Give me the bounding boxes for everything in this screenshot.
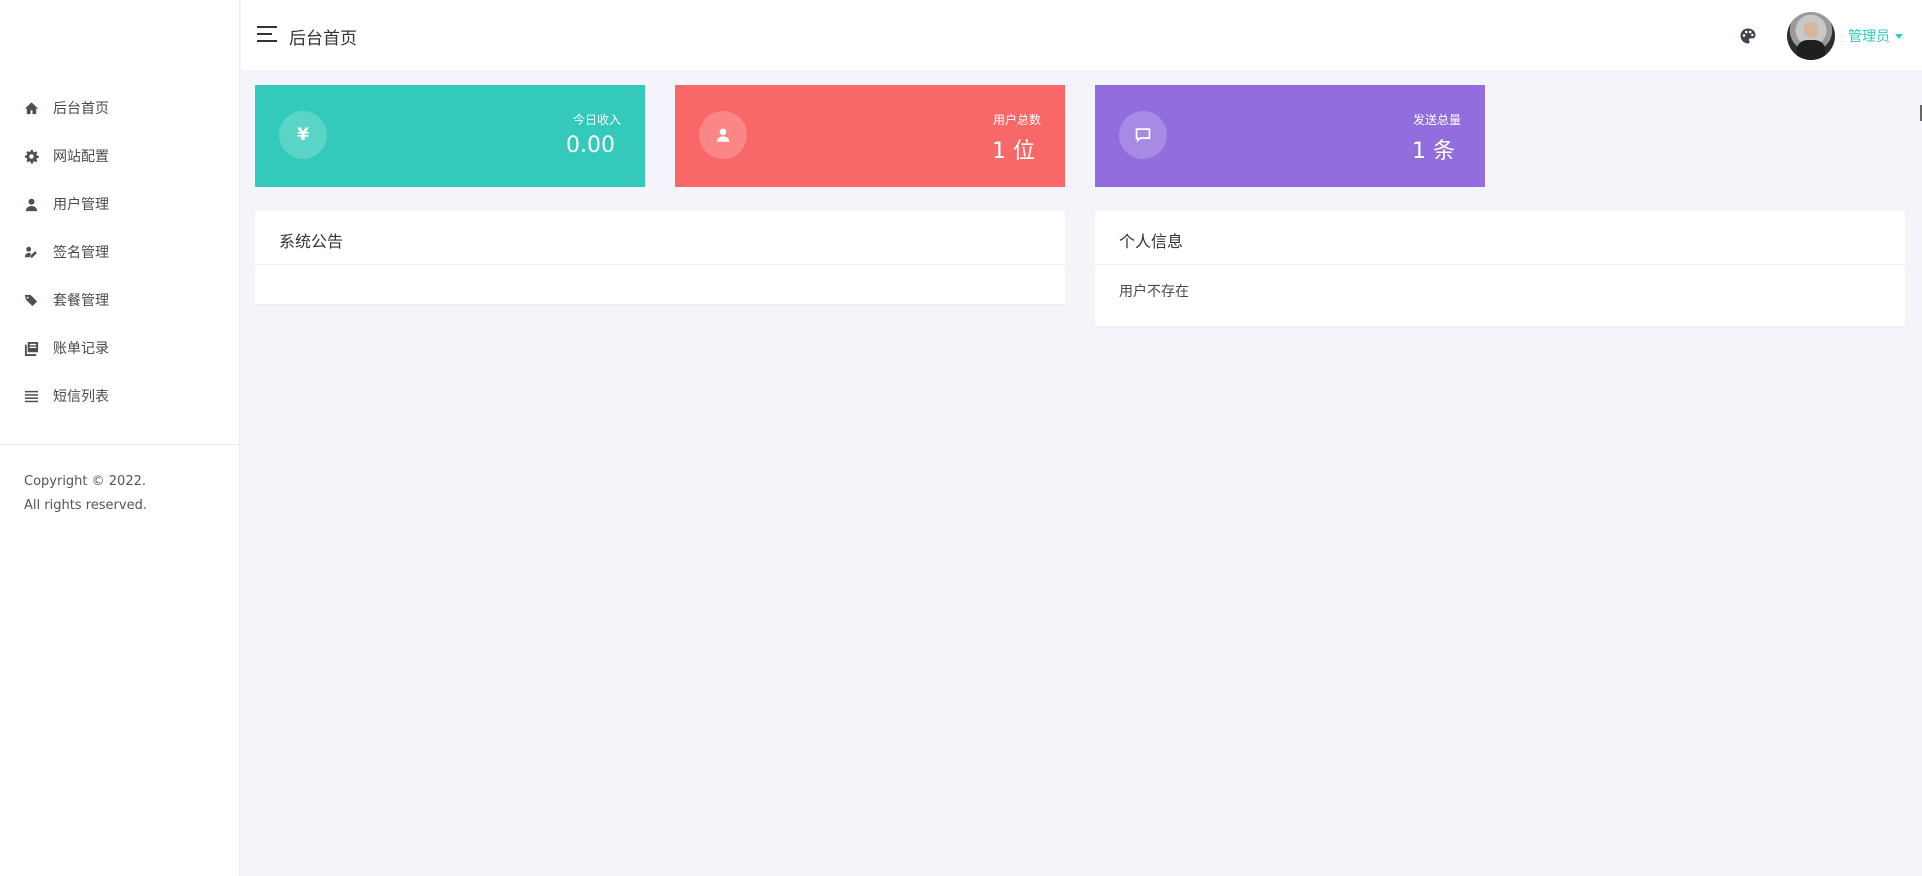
stat-card-total-sent: 发送总量 1 条 [1095, 85, 1485, 187]
caret-down-icon [1895, 33, 1903, 39]
sidebar-nav: 后台首页 网站配置 用户管理 签名管理 套餐管理 账单记录 短信列表 [0, 84, 240, 420]
profile-panel: 个人信息 用户不存在 [1095, 211, 1905, 326]
home-icon [23, 100, 39, 116]
panel-title: 系统公告 [255, 211, 1065, 265]
sidebar-item-billing[interactable]: 账单记录 [0, 324, 240, 372]
list-icon [23, 388, 39, 404]
sidebar-item-packages[interactable]: 套餐管理 [0, 276, 240, 324]
top-header: 后台首页 管理员 [241, 0, 1922, 70]
stat-value: 1 条 [1412, 139, 1455, 164]
sidebar-item-dashboard[interactable]: 后台首页 [0, 84, 240, 132]
sidebar-item-site-config[interactable]: 网站配置 [0, 132, 240, 180]
stat-card-today-income: ¥ 今日收入 0.00 [255, 85, 645, 187]
page-title: 后台首页 [289, 29, 357, 49]
book-stack-icon [23, 340, 39, 356]
menu-toggle-icon[interactable] [257, 26, 279, 43]
signature-icon [23, 244, 39, 260]
sidebar-item-label: 网站配置 [53, 149, 109, 165]
sidebar: 后台首页 网站配置 用户管理 签名管理 套餐管理 账单记录 短信列表 Copyr… [0, 0, 240, 876]
stat-label: 发送总量 [1412, 113, 1461, 127]
sidebar-item-label: 套餐管理 [53, 293, 109, 309]
stat-value: 0.00 [566, 133, 615, 158]
palette-icon[interactable] [1739, 27, 1757, 45]
sidebar-item-label: 后台首页 [53, 101, 109, 117]
stat-value: 1 位 [992, 139, 1035, 164]
sidebar-item-signatures[interactable]: 签名管理 [0, 228, 240, 276]
sidebar-item-sms-list[interactable]: 短信列表 [0, 372, 240, 420]
tags-icon [23, 292, 39, 308]
stat-card-total-users: 用户总数 1 位 [675, 85, 1065, 187]
copyright: Copyright © 2022. All rights reserved. [24, 470, 147, 518]
announcement-panel: 系统公告 [255, 211, 1065, 304]
copyright-line: Copyright © 2022. [24, 474, 147, 489]
user-icon [699, 111, 747, 159]
panel-title: 个人信息 [1095, 211, 1905, 265]
sidebar-item-users[interactable]: 用户管理 [0, 180, 240, 228]
sidebar-item-label: 短信列表 [53, 389, 109, 405]
stat-label: 今日收入 [572, 113, 621, 127]
sidebar-item-label: 用户管理 [53, 197, 109, 213]
sidebar-item-label: 账单记录 [53, 341, 109, 357]
user-icon [23, 196, 39, 212]
sidebar-divider [0, 444, 240, 445]
gear-icon [23, 148, 39, 164]
copyright-line: All rights reserved. [24, 498, 147, 513]
panel-body [255, 265, 1065, 303]
message-icon [1119, 111, 1167, 159]
avatar[interactable] [1787, 12, 1835, 60]
yen-icon: ¥ [279, 111, 327, 159]
sidebar-item-label: 签名管理 [53, 245, 109, 261]
panel-body: 用户不存在 [1119, 284, 1189, 300]
user-name: 管理员 [1848, 29, 1890, 45]
user-menu-dropdown[interactable]: 管理员 [1848, 26, 1903, 46]
stat-label: 用户总数 [992, 113, 1041, 127]
